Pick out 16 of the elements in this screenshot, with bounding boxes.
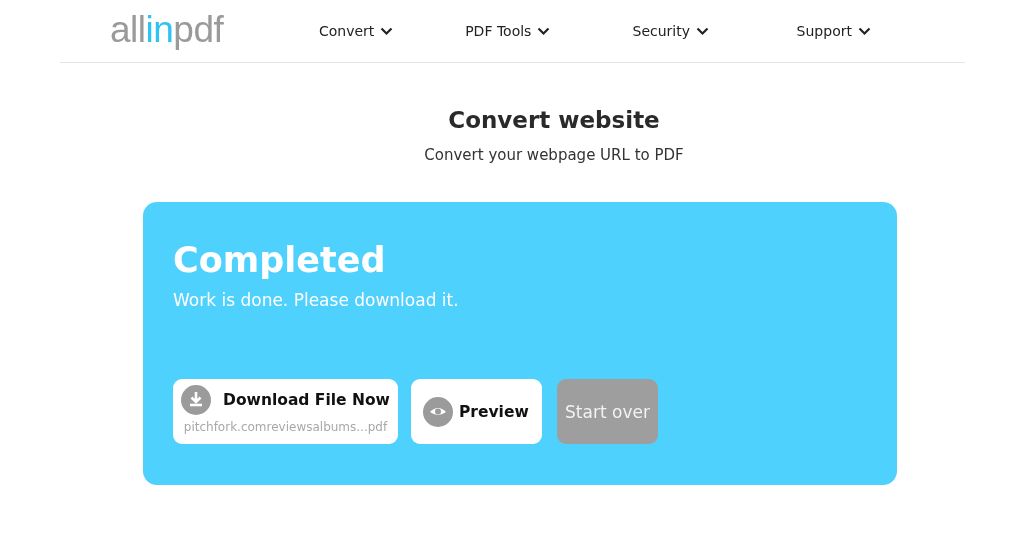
status-message: Work is done. Please download it.	[173, 290, 459, 310]
nav-menu[interactable]: PDF Tools	[426, 23, 590, 39]
page-title: Convert website	[448, 107, 660, 133]
nav-menu[interactable]: Convert	[263, 23, 394, 39]
download-button[interactable]: Download File Now pitchfork.comreviewsalbums...pdf	[173, 379, 398, 444]
eye-icon	[423, 396, 453, 427]
nav-menu[interactable]: Support	[752, 23, 916, 39]
status-title: Completed	[173, 240, 386, 280]
chevron-down-icon	[537, 26, 551, 36]
nav-menu[interactable]: Security	[589, 23, 753, 39]
chevron-down-icon	[696, 26, 710, 36]
download-icon	[181, 385, 212, 415]
chevron-down-icon	[380, 26, 394, 36]
chevron-down-icon	[857, 26, 871, 36]
page-subtitle: Convert your webpage URL to PDF	[424, 146, 684, 164]
preview-button[interactable]: Preview	[411, 379, 542, 444]
